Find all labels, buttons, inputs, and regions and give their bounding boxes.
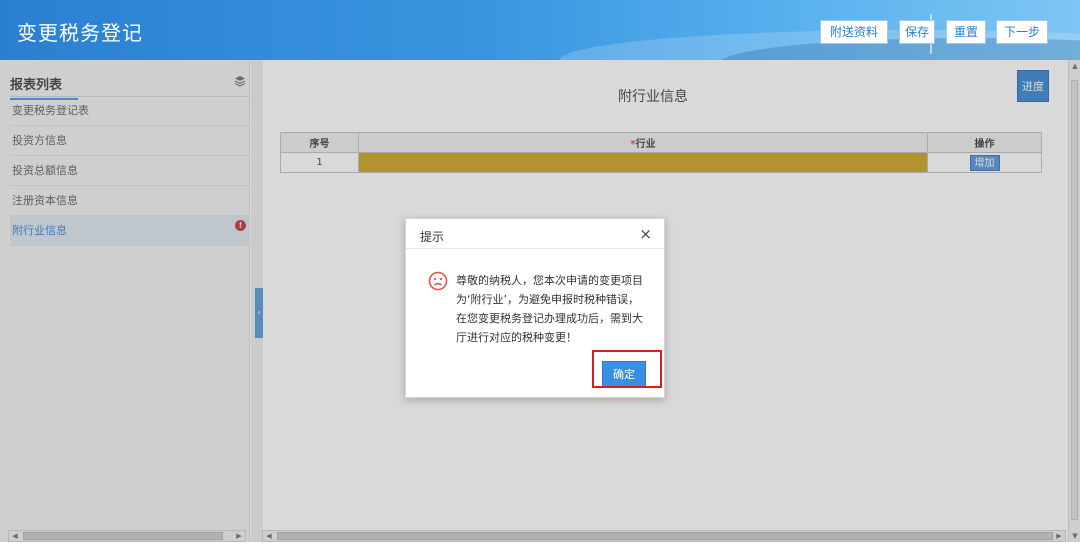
sad-face-icon	[428, 271, 448, 291]
next-step-button[interactable]: 下一步	[996, 20, 1048, 44]
confirm-highlight-box	[592, 350, 662, 388]
save-button[interactable]: 保存	[899, 20, 935, 44]
dialog-title: 提示	[420, 230, 445, 244]
close-icon[interactable]: ×	[639, 225, 652, 243]
app-header: 变更税务登记 附送资料 保存 重置 下一步	[0, 0, 1080, 60]
reset-button[interactable]: 重置	[946, 20, 986, 44]
attach-materials-button[interactable]: 附送资料	[820, 20, 888, 44]
page-title: 变更税务登记	[17, 21, 143, 45]
dialog-message: 尊敬的纳税人，您本次申请的变更项目为‘附行业’，为避免申报时税种错误，在您变更税…	[456, 274, 643, 344]
dialog-divider	[406, 248, 664, 249]
